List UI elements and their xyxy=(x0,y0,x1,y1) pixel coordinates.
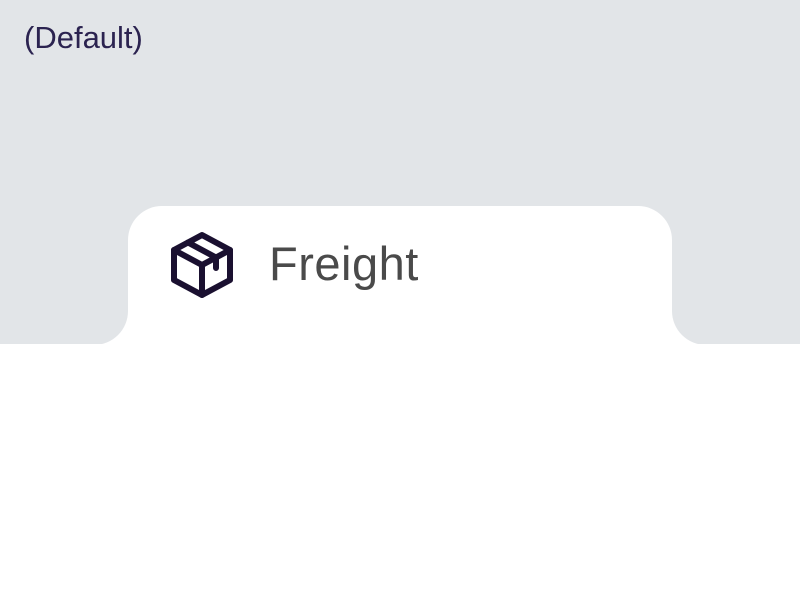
tab-freight[interactable]: Freight xyxy=(128,206,672,345)
tab-label: Freight xyxy=(269,237,419,290)
canvas: (Default) Freight xyxy=(0,0,800,600)
variant-label: (Default) xyxy=(24,20,143,55)
package-box-icon xyxy=(168,230,236,300)
content-panel xyxy=(0,344,800,600)
